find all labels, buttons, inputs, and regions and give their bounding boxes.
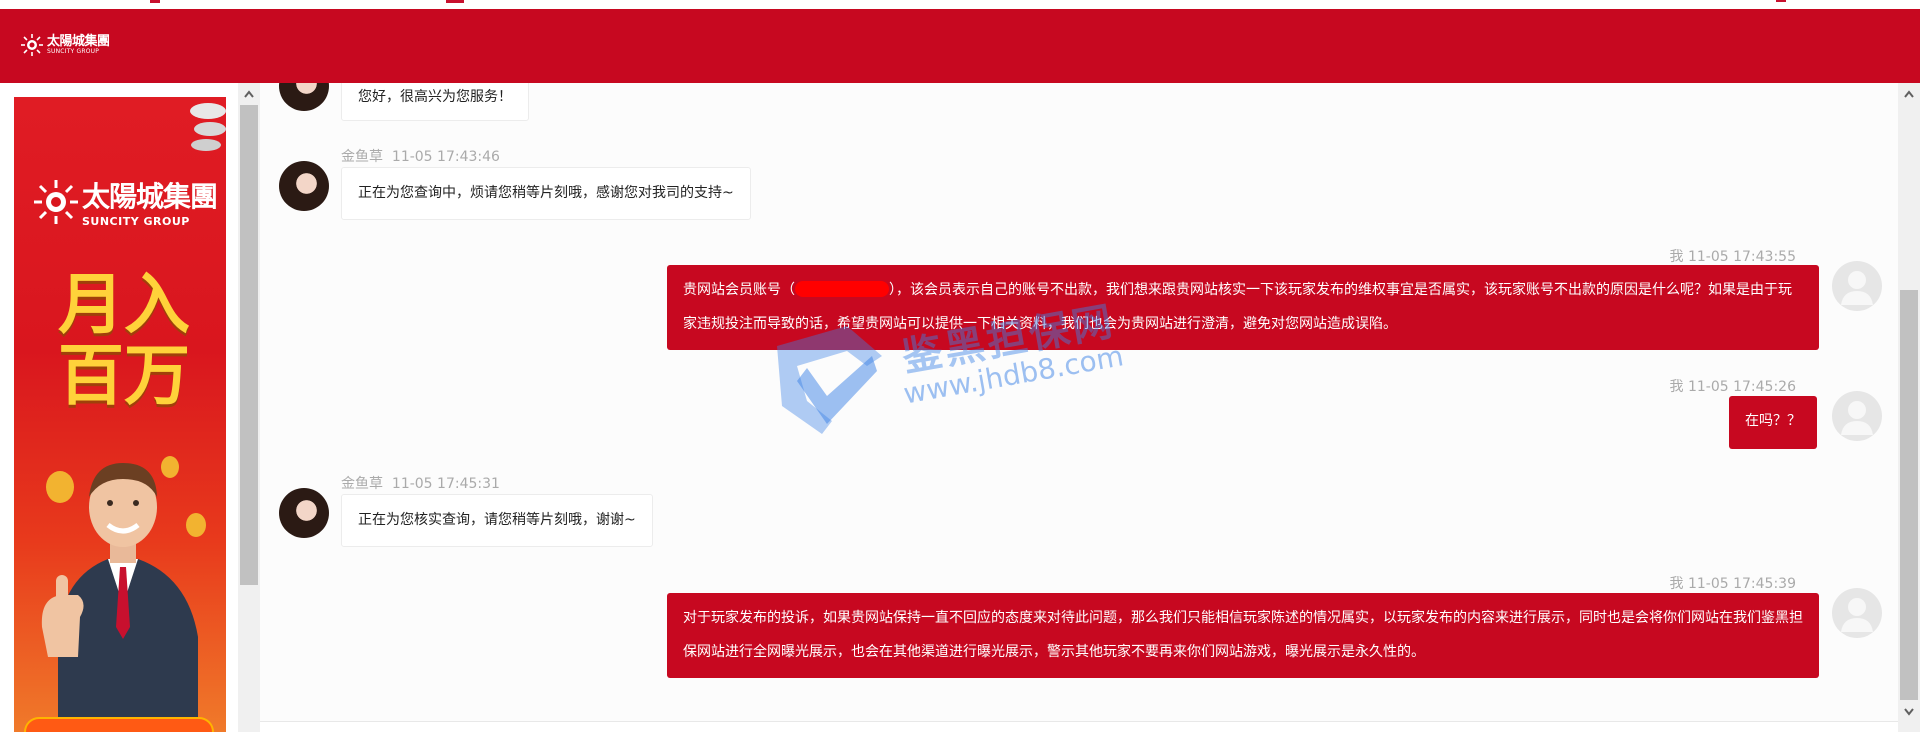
ad-banner[interactable]: 太陽城集團 SUNCITY GROUP 月入 百万 — [14, 97, 226, 732]
message-meta: 金鱼草 11-05 17:43:46 — [341, 146, 500, 166]
sender-name: 我 — [1669, 249, 1684, 265]
top-edge — [0, 0, 1920, 9]
default-user-icon — [1841, 598, 1873, 632]
ad-slogan-line1: 月入 — [58, 265, 190, 343]
message-time: 11-05 17:43:46 — [391, 149, 500, 165]
brand-name-en: SUNCITY GROUP — [47, 48, 100, 55]
agent-avatar — [279, 488, 329, 538]
user-avatar — [1832, 588, 1882, 638]
sender-name: 金鱼草 — [341, 476, 383, 492]
message-meta: 我 11-05 17:45:26 — [1670, 376, 1796, 396]
agent-message-bubble: 您好，很高兴为您服务！ — [341, 83, 529, 121]
left-scrollbar[interactable] — [238, 83, 260, 732]
ad-brand-logo: 太陽城集團 SUNCITY GROUP — [32, 175, 218, 228]
user-message-bubble: 贵网站会员账号（ ），该会员表示自己的账号不出款，我们想来跟贵网站核实一下该玩家发… — [667, 265, 1819, 350]
message-meta: 我 11-05 17:45:39 — [1670, 573, 1796, 593]
message-text: 您好，很高兴为您服务！ — [358, 89, 512, 105]
brand-name-cn: 太陽城集團 — [47, 34, 110, 49]
sender-name: 我 — [1669, 379, 1684, 395]
scroll-up-arrow-icon[interactable] — [243, 89, 255, 99]
agent-message-bubble: 正在为您查询中，烦请您稍等片刻哦，感谢您对我司的支持~ — [341, 167, 751, 220]
redacted-account — [795, 281, 889, 297]
top-edge-mark — [1776, 0, 1786, 2]
header-bar: 太陽城集團 SUNCITY GROUP — [0, 9, 1920, 83]
message-time: 11-05 17:43:55 — [1687, 249, 1796, 265]
sun-logo-icon — [34, 179, 78, 224]
message-meta: 我 11-05 17:43:55 — [1670, 246, 1796, 266]
default-user-icon — [1841, 271, 1873, 305]
message-text: 对于玩家发布的投诉，如果贵网站保持一直不回应的态度来对待此问题，那么我们只能相信… — [683, 610, 1803, 660]
user-avatar — [1832, 261, 1882, 311]
agent-avatar — [279, 83, 329, 111]
chat-footer-divider — [260, 721, 1898, 732]
message-text: 正在为您核实查询，请您稍等片刻哦，谢谢~ — [358, 512, 636, 528]
message-time: 11-05 17:45:31 — [391, 476, 500, 492]
ad-brand-name-cn: 太陽城集團 — [82, 180, 218, 213]
chat-scrollbar[interactable] — [1898, 83, 1920, 732]
scroll-up-arrow-icon[interactable] — [1903, 89, 1915, 99]
brand-logo[interactable]: 太陽城集團 SUNCITY GROUP — [20, 33, 110, 57]
sender-name: 我 — [1669, 576, 1684, 592]
ad-brand-name-en: SUNCITY GROUP — [82, 215, 190, 228]
user-avatar — [1832, 391, 1882, 441]
chat-message-list[interactable]: 您好，很高兴为您服务！ 金鱼草 11-05 17:43:46 正在为您查询中，烦… — [260, 83, 1898, 721]
left-scrollbar-thumb[interactable] — [240, 105, 258, 585]
agent-message-bubble: 正在为您核实查询，请您稍等片刻哦，谢谢~ — [341, 494, 653, 547]
user-message-bubble: 对于玩家发布的投诉，如果贵网站保持一直不回应的态度来对待此问题，那么我们只能相信… — [667, 593, 1819, 678]
message-text-before: 贵网站会员账号（ — [683, 282, 795, 298]
top-edge-mark — [446, 0, 464, 3]
agent-avatar — [279, 161, 329, 211]
message-meta: 金鱼草 11-05 17:45:31 — [341, 473, 500, 493]
ad-slogan-line2: 百万 — [58, 336, 190, 414]
businessman-illustration — [41, 456, 206, 727]
chat-scrollbar-thumb[interactable] — [1900, 290, 1918, 700]
default-user-icon — [1841, 401, 1873, 435]
message-time: 11-05 17:45:26 — [1687, 379, 1796, 395]
message-text: 在吗？？ — [1745, 413, 1801, 429]
sidebar: 太陽城集團 SUNCITY GROUP 月入 百万 — [0, 83, 238, 732]
scroll-down-arrow-icon[interactable] — [1903, 707, 1915, 717]
coin-stack-icon — [190, 103, 226, 151]
message-text: 正在为您查询中，烦请您稍等片刻哦，感谢您对我司的支持~ — [358, 185, 734, 201]
message-time: 11-05 17:45:39 — [1687, 576, 1796, 592]
sender-name: 金鱼草 — [341, 149, 383, 165]
ad-cta-button[interactable] — [24, 717, 214, 732]
user-message-bubble: 在吗？？ — [1729, 396, 1817, 449]
top-edge-mark — [150, 0, 160, 3]
sun-logo-icon — [21, 34, 43, 56]
